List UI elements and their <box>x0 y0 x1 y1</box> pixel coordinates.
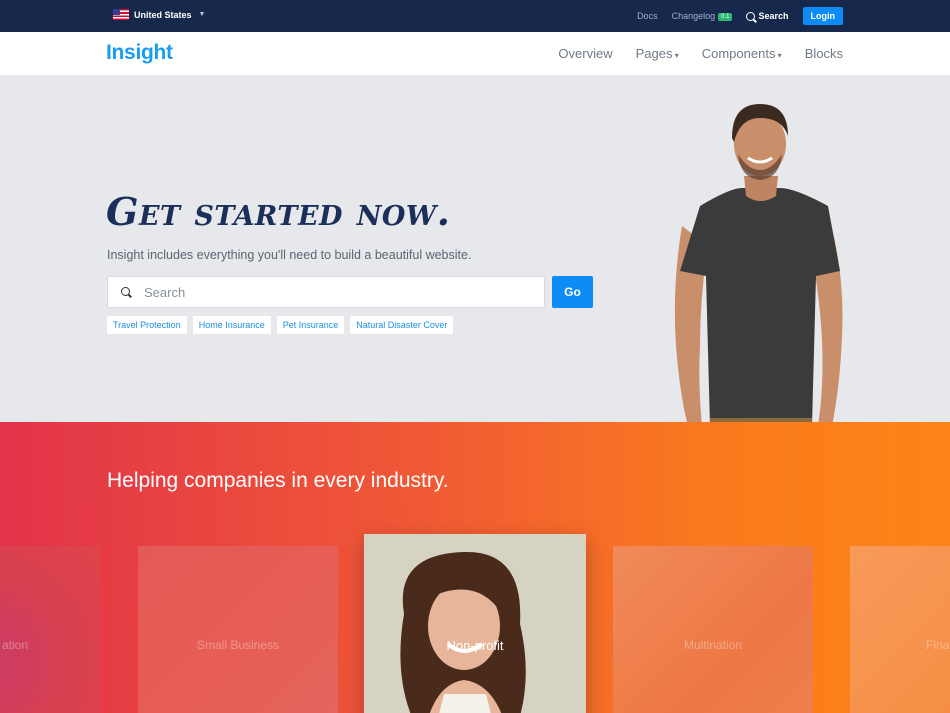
search-icon <box>746 11 756 21</box>
nav-item-blocks[interactable]: Blocks <box>805 46 843 61</box>
top-bar: United States ▼ Docs Changelog 0.1 Search… <box>0 0 950 32</box>
tag-home-insurance[interactable]: Home Insurance <box>192 316 271 334</box>
industry-card-non-profit[interactable]: Non-profit <box>364 534 586 713</box>
industry-card-multinational[interactable]: Multination <box>613 546 813 713</box>
woman-portrait-image <box>364 534 586 713</box>
industry-card-education[interactable]: ation <box>0 546 100 713</box>
go-button[interactable]: Go <box>552 276 593 308</box>
changelog-label: Changelog <box>671 11 716 21</box>
main-navbar: Insight Overview Pages Components Blocks <box>0 32 950 76</box>
industries-section: Helping companies in every industry. ati… <box>0 422 950 713</box>
industry-card-label: ation <box>1 638 28 652</box>
changelog-version-badge: 0.1 <box>718 13 733 21</box>
nav-item-components[interactable]: Components <box>702 46 782 61</box>
us-flag-icon <box>113 9 129 20</box>
industry-card-finance[interactable]: Fina <box>850 546 950 713</box>
region-selector[interactable]: United States ▼ <box>113 9 205 20</box>
search-link-label: Search <box>758 11 789 21</box>
tag-pet-insurance[interactable]: Pet Insurance <box>276 316 345 334</box>
tag-natural-disaster-cover[interactable]: Natural Disaster Cover <box>350 316 454 334</box>
login-button[interactable]: Login <box>802 7 843 25</box>
changelog-link[interactable]: Changelog 0.1 <box>672 11 733 21</box>
industry-card-label: Fina <box>926 638 950 652</box>
tag-travel-protection[interactable]: Travel Protection <box>107 316 187 334</box>
chevron-down-icon: ▼ <box>198 11 206 18</box>
region-label: United States <box>134 9 192 20</box>
industry-card-label: Non-profit <box>446 638 504 653</box>
hero-subtitle: Insight includes everything you'll need … <box>107 248 472 262</box>
hero-title: Get started now. <box>106 189 451 234</box>
docs-link[interactable]: Docs <box>637 11 658 21</box>
search-icon <box>121 287 130 296</box>
hero-person-image <box>674 104 843 422</box>
logo[interactable]: Insight <box>106 41 173 65</box>
hero-search-input[interactable] <box>144 277 539 307</box>
hero-search-box <box>107 276 545 308</box>
hero-section: Get started now. Insight includes everyt… <box>0 76 950 422</box>
suggestion-tags: Travel Protection Home Insurance Pet Ins… <box>107 316 454 334</box>
industries-title: Helping companies in every industry. <box>107 469 449 492</box>
industry-card-label: Small Business <box>196 638 280 652</box>
nav-item-pages[interactable]: Pages <box>636 46 679 61</box>
industry-card-label: Multination <box>683 638 743 652</box>
nav-item-overview[interactable]: Overview <box>558 46 612 61</box>
industry-card-small-business[interactable]: Small Business <box>138 546 338 713</box>
search-link[interactable]: Search <box>746 11 789 21</box>
